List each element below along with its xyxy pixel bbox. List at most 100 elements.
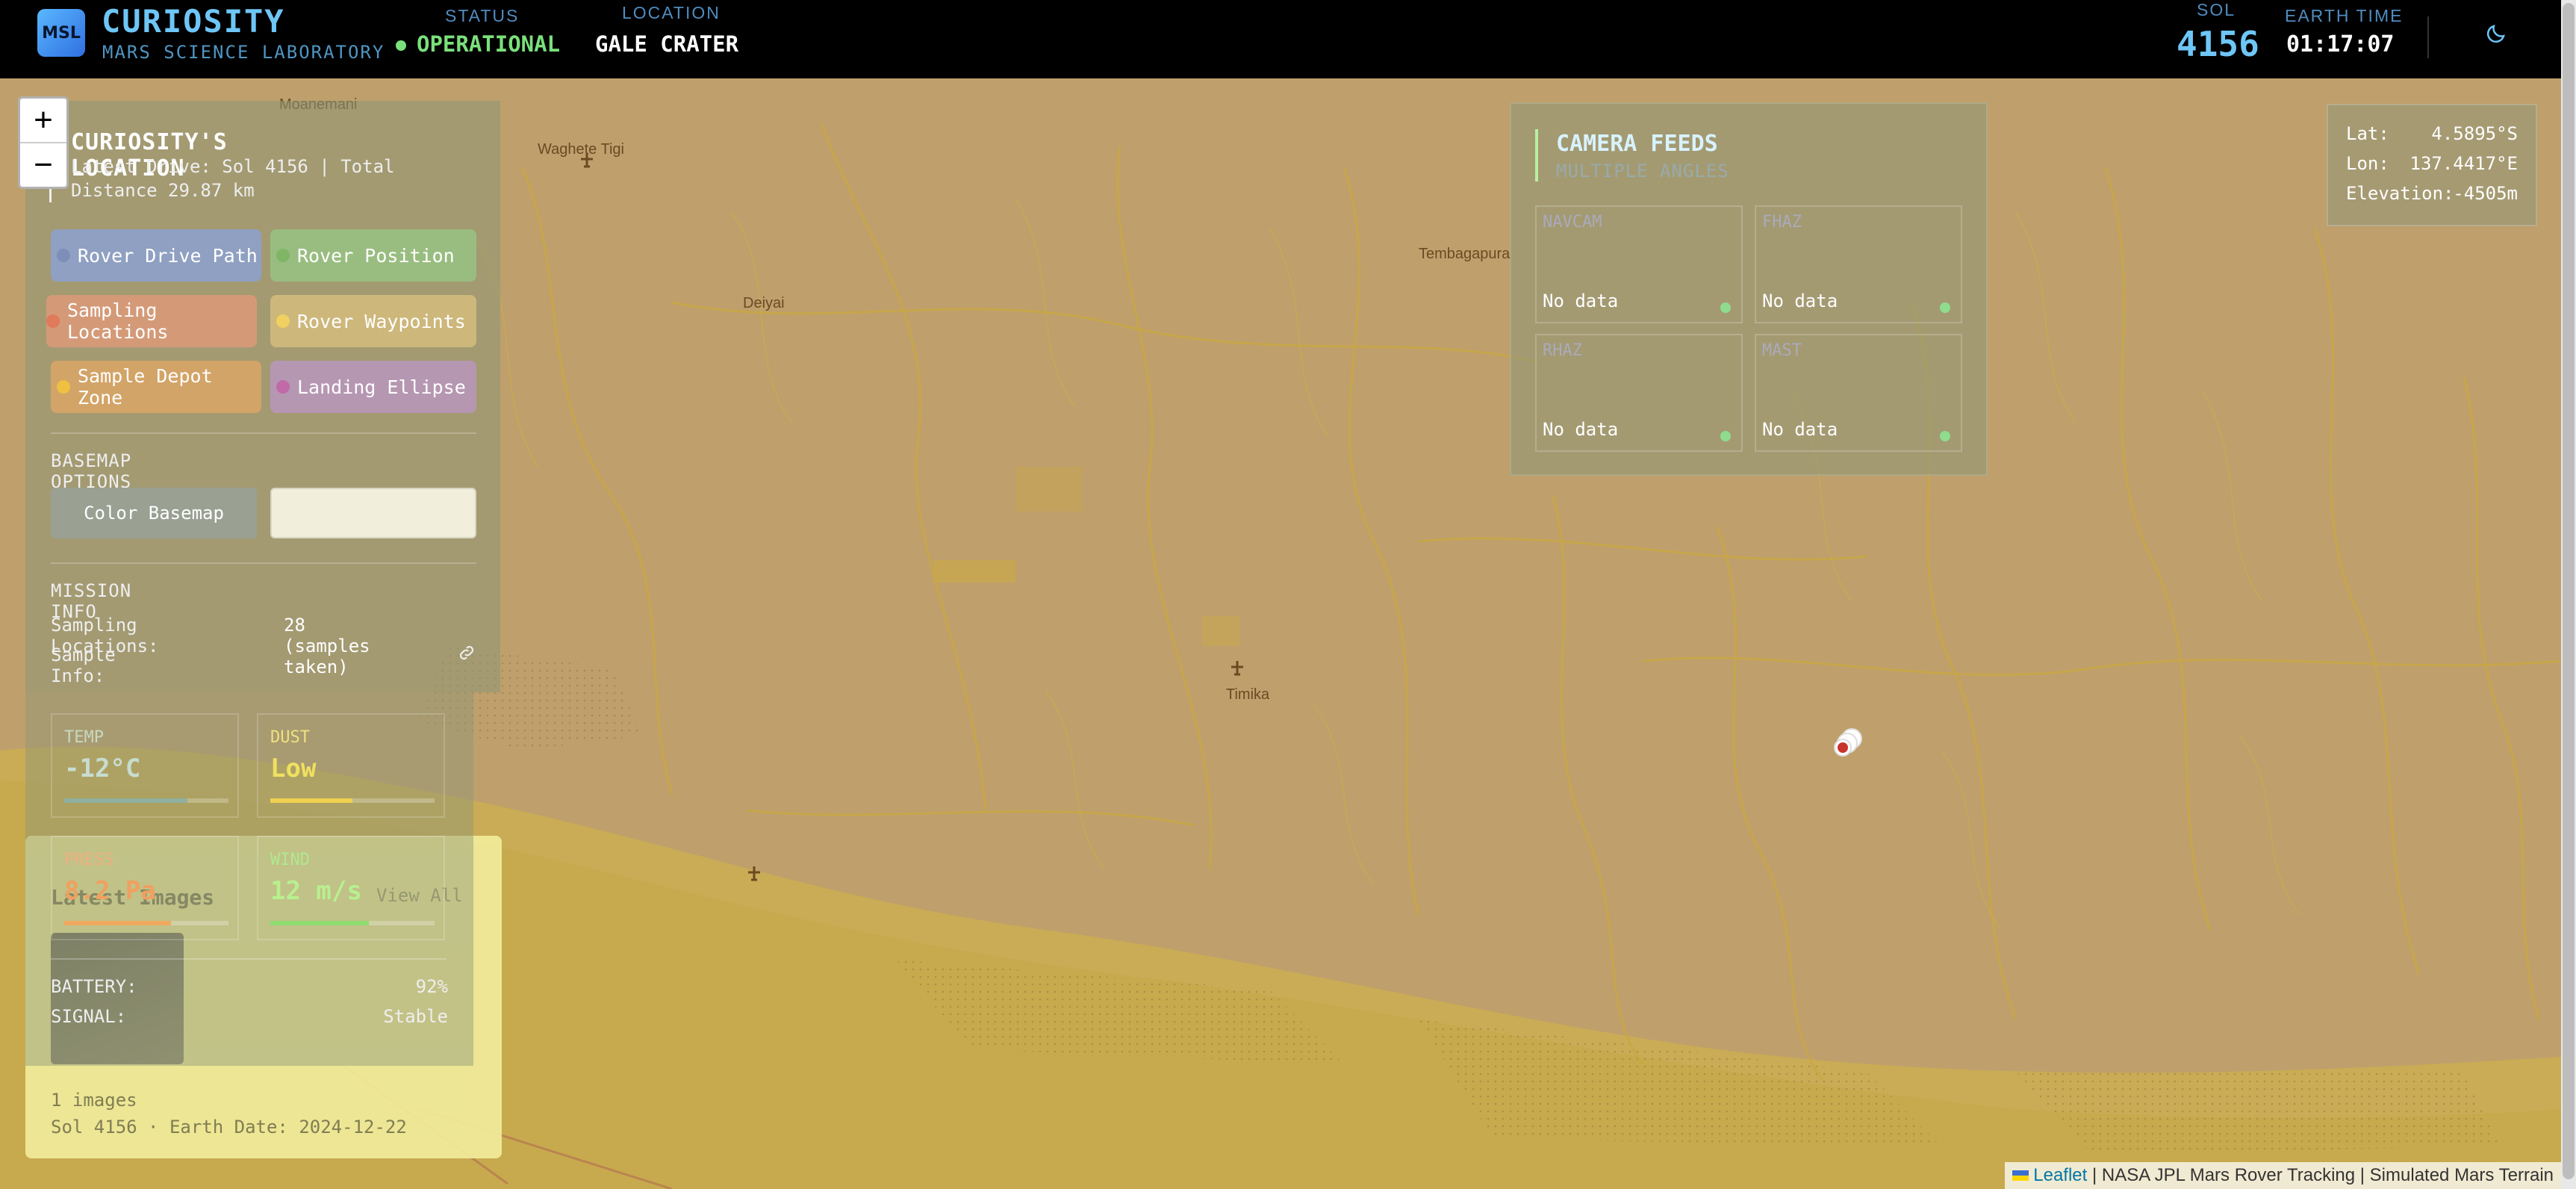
camera-status-dot-icon [1720,431,1731,441]
latest-drive-info: Latest Drive: Sol 4156 | Total Distance … [71,156,395,201]
link-icon[interactable] [457,643,476,665]
sampling-locations-value: 28 (samples taken) [284,615,370,677]
camera-status: No data [1762,419,1838,440]
temp-card: TEMP -12°C [51,713,239,818]
top-header: MSL CURIOSITY MARS SCIENCE LABORATORY ST… [0,0,2561,78]
wind-value: 12 m/s [270,876,362,906]
camera-feeds-subtitle: MULTIPLE ANGLES [1556,161,1729,181]
status-value: OPERATIONAL [417,31,561,57]
wind-bar [270,921,435,925]
camera-feed-mast[interactable]: MAST No data [1755,334,1962,452]
status-indicator: OPERATIONAL [396,31,560,57]
moon-icon [2486,25,2505,43]
ukraine-flag-icon [2012,1170,2029,1181]
layer-toggle-landing-ellipse[interactable]: Landing Ellipse [270,361,476,413]
image-count: 1 images [51,1090,137,1111]
camera-status-dot-icon [1720,302,1731,313]
latitude-value: 4.5895°S [2431,123,2518,144]
press-value: 8.2 Pa [64,876,156,906]
alt-basemap-button[interactable] [270,488,476,538]
layer-label: Sample Depot Zone [78,365,213,409]
layer-dot-icon [276,380,290,394]
camera-feed-fhaz[interactable]: FHAZ No data [1755,205,1962,323]
signal-value: Stable [383,1006,448,1027]
camera-feed-navcam[interactable]: NAVCAM No data [1535,205,1743,323]
press-bar-fill [64,921,171,925]
dust-value: Low [270,754,317,783]
temp-label: TEMP [64,728,104,747]
wind-bar-fill [270,921,369,925]
layer-label: Sampling Locations [67,299,169,343]
layer-toggle-drive-path[interactable]: Rover Drive Path [51,229,261,282]
layer-label: Landing Ellipse [297,376,466,398]
layer-dot-icon [276,249,290,262]
camera-feeds-title: CAMERA FEEDS [1556,131,1718,157]
longitude-key: Lon: [2346,153,2389,174]
layer-dot-icon [57,380,70,394]
sol-label: SOL [2197,0,2236,19]
sol-value: 4156 [2177,24,2259,64]
layer-dot-icon [46,314,60,328]
panel-divider [51,562,476,564]
layer-label: Rover Waypoints [297,310,466,332]
camera-status-dot-icon [1940,431,1950,441]
temp-value: -12°C [64,754,141,783]
wind-label: WIND [270,851,310,869]
zoom-out-button[interactable]: − [20,143,66,187]
camera-status-dot-icon [1940,302,1950,313]
sample-info-key: Sample Info: [51,645,116,686]
image-date: Sol 4156 · Earth Date: 2024-12-22 [51,1117,407,1137]
wind-card: WIND 12 m/s [257,836,445,940]
status-dot-icon [396,40,406,51]
pressure-card: PRESS 8.2 Pa [51,836,239,940]
camera-status: No data [1543,419,1619,440]
layer-toggle-sample-depot[interactable]: Sample Depot Zone [51,361,261,413]
msl-logo: MSL [37,9,85,57]
place-label: Deiyai [743,295,785,311]
weather-panel: TEMP -12°C DUST Low PRESS 8.2 Pa WIND 12… [25,692,473,1066]
app-title: CURIOSITY [102,3,285,40]
dust-card: DUST Low [257,713,445,818]
camera-name: MAST [1762,341,1802,360]
attribution-text: | NASA JPL Mars Rover Tracking | Simulat… [2087,1165,2554,1185]
dust-label: DUST [270,728,310,747]
dust-bar-fill [270,798,352,803]
layer-label: Rover Position [297,244,455,267]
place-label: Timika [1226,686,1270,703]
map-canvas[interactable]: Moanemani Waghete Tigi Deiyai Tembagapur… [0,78,2561,1189]
app-subtitle: MARS SCIENCE LABORATORY [102,42,385,63]
layer-label: Rover Drive Path [78,244,258,267]
place-label: Tembagapura [1419,246,1511,262]
rover-position-marker[interactable] [1831,725,1867,764]
link-icon-svg [459,645,474,660]
camera-name: NAVCAM [1543,213,1602,232]
camera-name: FHAZ [1762,213,1802,232]
map-attribution: Leaflet | NASA JPL Mars Rover Tracking |… [2005,1162,2561,1189]
camera-accent-bar [1535,129,1538,181]
layer-dot-icon [57,249,70,262]
camera-status: No data [1543,291,1619,311]
dust-bar [270,798,435,803]
signal-key: SIGNAL: [51,1006,127,1027]
theme-toggle-button[interactable] [2477,15,2515,52]
location-label: LOCATION [622,3,721,22]
layer-toggle-rover-position[interactable]: Rover Position [270,229,476,282]
status-label: STATUS [445,6,520,25]
camera-name: RHAZ [1543,341,1582,360]
latitude-key: Lat: [2346,123,2389,144]
temp-bar [64,798,228,803]
elevation-value: -4505m [2453,183,2518,204]
layer-toggle-rover-waypoints[interactable]: Rover Waypoints [270,295,476,347]
battery-value: 92% [415,976,448,997]
camera-status: No data [1762,291,1838,311]
leaflet-link[interactable]: Leaflet [2033,1165,2087,1186]
layer-toggle-sampling-locations[interactable]: Sampling Locations [46,295,257,347]
header-divider [2427,16,2429,58]
scrollbar-thumb[interactable] [2563,3,2575,1179]
camera-feed-rhaz[interactable]: RHAZ No data [1535,334,1743,452]
location-value: GALE CRATER [595,31,739,57]
panel-divider [51,432,476,434]
longitude-value: 137.4417°E [2409,153,2519,174]
zoom-in-button[interactable]: + [20,99,66,143]
color-basemap-button[interactable]: Color Basemap [51,488,257,538]
